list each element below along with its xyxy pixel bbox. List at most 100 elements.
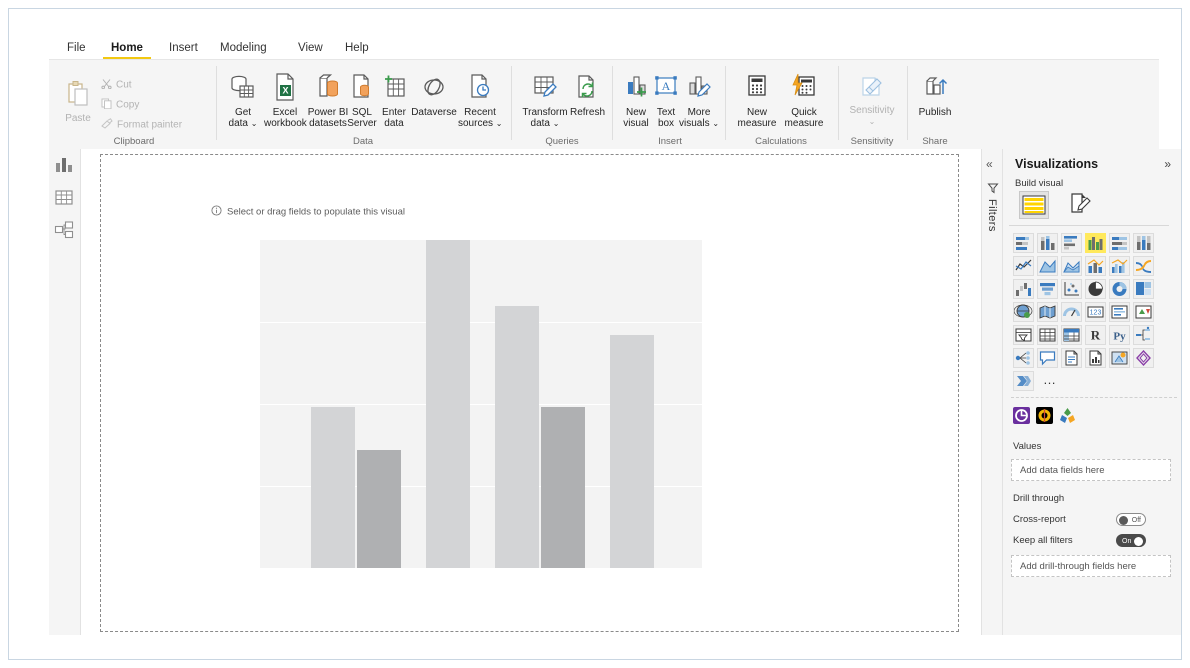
narrative-visual-icon[interactable] <box>1085 348 1106 368</box>
custom-visual-3-icon[interactable] <box>1059 407 1076 424</box>
tab-modeling[interactable]: Modeling <box>212 37 275 59</box>
custom-visual-2-icon[interactable] <box>1036 407 1053 424</box>
power-bi-datasets-button[interactable]: Power BI datasets <box>305 72 351 129</box>
line-clustered-column-chart-icon[interactable] <box>1109 256 1130 276</box>
multi-row-card-icon[interactable] <box>1109 302 1130 322</box>
tab-help[interactable]: Help <box>337 37 377 59</box>
copy-label: Copy <box>116 100 139 111</box>
drill-through-dropzone[interactable]: Add drill-through fields here <box>1011 555 1171 577</box>
hundred-stacked-bar-chart-icon[interactable] <box>1109 233 1130 253</box>
expand-pane-icon[interactable]: » <box>1164 157 1171 171</box>
excel-workbook-button[interactable]: X Excel workbook <box>264 72 306 129</box>
refresh-label: Refresh <box>570 107 604 118</box>
new-visual-button[interactable]: New visual <box>619 72 653 129</box>
line-chart-icon[interactable] <box>1013 256 1034 276</box>
sensitivity-button[interactable]: Sensitivity ⌄ <box>844 72 900 127</box>
drill-through-section-label: Drill through <box>1013 493 1064 504</box>
kpi-chart-icon[interactable] <box>1133 302 1154 322</box>
sidebar-item-model-view[interactable] <box>53 219 77 243</box>
power-automate-visual-icon[interactable] <box>1013 371 1034 391</box>
gauge-chart-icon[interactable] <box>1061 302 1082 322</box>
custom-visual-1-icon[interactable] <box>1013 407 1030 424</box>
arcgis-map-icon[interactable] <box>1109 348 1130 368</box>
r-script-visual-icon[interactable]: R <box>1085 325 1106 345</box>
matrix-chart-icon[interactable] <box>1061 325 1082 345</box>
chevron-down-icon-2: ⌄ <box>496 119 503 128</box>
visual-placeholder-message: Select or drag fields to populate this v… <box>211 205 405 219</box>
copy-button[interactable]: Copy <box>101 98 139 112</box>
format-visual-tab[interactable] <box>1067 191 1097 219</box>
transform-data-button[interactable]: Transform data ⌄ <box>519 72 571 129</box>
area-chart-icon[interactable] <box>1037 256 1058 276</box>
hundred-stacked-column-chart-icon[interactable] <box>1133 233 1154 253</box>
collapse-filters-icon[interactable]: « <box>986 157 993 171</box>
more-visuals-button[interactable]: More visuals ⌄ <box>679 72 719 129</box>
values-dropzone[interactable]: Add data fields here <box>1011 459 1171 481</box>
power-apps-visual-icon[interactable] <box>1133 348 1154 368</box>
refresh-button[interactable]: Refresh <box>570 72 604 118</box>
paginated-report-icon[interactable] <box>1061 348 1082 368</box>
paste-button[interactable]: Paste <box>59 80 97 124</box>
dataverse-button[interactable]: Dataverse <box>410 72 458 118</box>
ribbon: Paste Cut Copy Format painter Clipboard … <box>49 59 1159 149</box>
filled-map-chart-icon[interactable] <box>1037 302 1058 322</box>
sidebar-item-data-view[interactable] <box>53 186 77 210</box>
sidebar-item-report-view[interactable] <box>53 154 77 178</box>
treemap-chart-icon[interactable] <box>1133 279 1154 299</box>
pie-chart-icon[interactable] <box>1085 279 1106 299</box>
stacked-area-chart-icon[interactable] <box>1061 256 1082 276</box>
map-chart-icon[interactable] <box>1013 302 1034 322</box>
paste-label: Paste <box>59 113 97 124</box>
quick-measure-button[interactable]: Quick measure <box>781 72 827 129</box>
power-bi-datasets-icon <box>305 72 351 105</box>
sql-server-button[interactable]: SQL Server <box>346 72 378 129</box>
sql-label-1: SQL <box>346 107 378 118</box>
funnel-chart-icon[interactable] <box>1037 279 1058 299</box>
table-chart-icon[interactable] <box>1037 325 1058 345</box>
visualizations-pane: Visualizations » Build visual <box>1003 149 1181 635</box>
publish-button[interactable]: Publish <box>913 72 957 118</box>
card-chart-icon[interactable]: 123 <box>1085 302 1106 322</box>
filters-pane-collapsed[interactable]: « Filters <box>981 149 1003 635</box>
key-influencers-icon[interactable] <box>1013 348 1034 368</box>
ribbon-chart-icon[interactable] <box>1133 256 1154 276</box>
tab-insert[interactable]: Insert <box>161 37 206 59</box>
cut-button[interactable]: Cut <box>101 78 132 92</box>
scatter-chart-icon[interactable] <box>1061 279 1082 299</box>
waterfall-chart-icon[interactable] <box>1013 279 1034 299</box>
clustered-bar-chart-icon[interactable] <box>1061 233 1082 253</box>
placeholder-bar-chart[interactable] <box>260 240 702 568</box>
enter-data-button[interactable]: Enter data <box>378 72 410 129</box>
recent-label-1: Recent <box>458 107 502 118</box>
report-canvas-area: Select or drag fields to populate this v… <box>81 149 985 635</box>
text-box-button[interactable]: A Text box <box>652 72 680 129</box>
line-stacked-column-chart-icon[interactable] <box>1085 256 1106 276</box>
tab-view[interactable]: View <box>290 37 331 59</box>
more-visual-types-button[interactable]: … <box>1043 372 1057 387</box>
new-visual-icon <box>619 72 653 105</box>
pane-tab-icons <box>1009 191 1175 221</box>
tab-file[interactable]: File <box>59 37 94 59</box>
power-bi-window: File Home Insert Modeling View Help Past… <box>8 8 1182 660</box>
build-visual-tab[interactable] <box>1019 191 1049 219</box>
get-data-button[interactable]: Get data ⌄ <box>223 72 263 129</box>
cross-report-toggle[interactable]: Off <box>1116 513 1146 526</box>
gridline-1 <box>260 322 702 323</box>
sensitivity-label: Sensitivity <box>844 105 900 116</box>
report-page[interactable]: Select or drag fields to populate this v… <box>100 154 959 632</box>
python-visual-icon[interactable]: Py <box>1109 325 1130 345</box>
stacked-bar-chart-icon[interactable] <box>1013 233 1034 253</box>
slicer-chart-icon[interactable] <box>1013 325 1034 345</box>
q-and-a-icon[interactable] <box>1037 348 1058 368</box>
stacked-column-chart-icon[interactable] <box>1037 233 1058 253</box>
pbi-label-2: datasets <box>305 118 351 129</box>
format-painter-button[interactable]: Format painter <box>101 118 182 132</box>
recent-sources-button[interactable]: Recent sources ⌄ <box>458 72 502 129</box>
keep-all-filters-toggle[interactable]: On <box>1116 534 1146 547</box>
decomposition-tree-icon[interactable] <box>1133 325 1154 345</box>
new-measure-button[interactable]: New measure <box>733 72 781 129</box>
tab-home[interactable]: Home <box>103 37 151 59</box>
group-label-calculations: Calculations <box>731 136 831 147</box>
donut-chart-icon[interactable] <box>1109 279 1130 299</box>
clustered-column-chart-icon[interactable] <box>1085 233 1106 253</box>
